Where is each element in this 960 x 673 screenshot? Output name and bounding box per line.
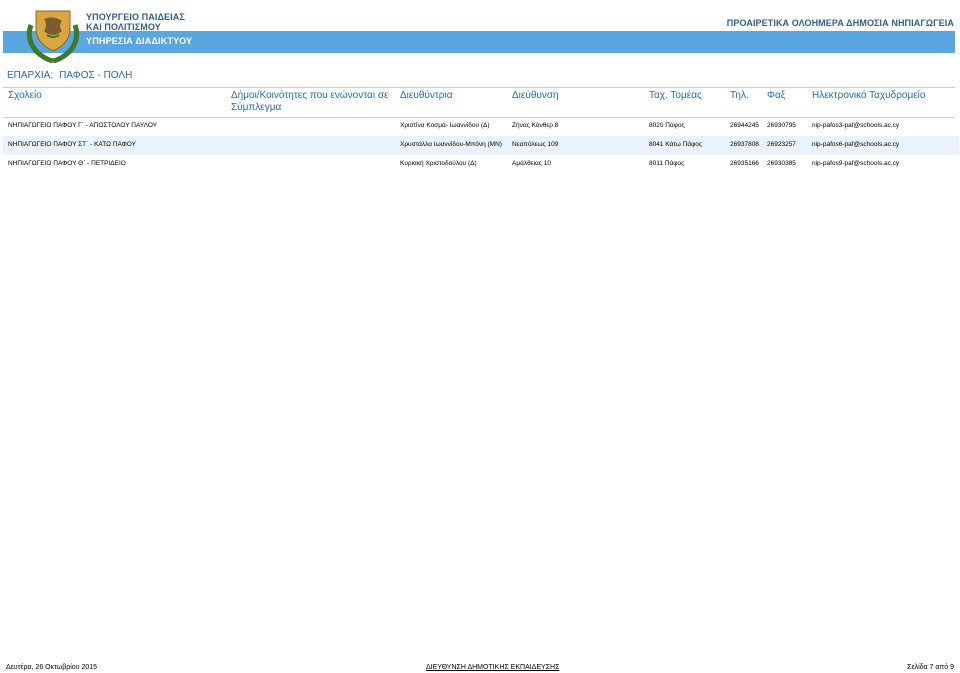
col-communities-header: Δήμοι/Κοινότητες που ενώνονται σε Σύμπλε… (231, 90, 391, 114)
cell-phone: 26935166 (730, 160, 759, 167)
col-address-header: Διεύθυνση (512, 90, 559, 101)
district-label: ΕΠΑΡΧΙΑ: (7, 70, 54, 81)
table-row: ΝΗΠΙΑΓΩΓΕΙΟ ΠΑΦΟΥ ΣΤ΄ - ΚΑΤΩ ΠΑΦΟΥ Χρυστ… (3, 136, 959, 155)
cyprus-coat-of-arms-icon (22, 5, 84, 64)
ministry-name: ΥΠΟΥΡΓΕΙΟ ΠΑΙΔΕΙΑΣ ΚΑΙ ΠΟΛΙΤΙΣΜΟΥ (86, 12, 185, 32)
cell-principal: Κυριακή Χριστοδούλου (Δ) (400, 160, 477, 167)
cell-postal: 8041 Κάτω Πάφος (649, 141, 703, 148)
cell-fax: 26930795 (767, 122, 796, 129)
col-postal-header: Ταχ. Τομέας (649, 90, 702, 101)
cell-postal: 8020 Πάφος (649, 122, 685, 129)
cell-address: Αμάλθειας 10 (512, 160, 551, 167)
cell-school: ΝΗΠΙΑΓΩΓΕΙΟ ΠΑΦΟΥ Γ΄ - ΑΠΟΣΤΟΛΟΥ ΠΑΥΛΟΥ (8, 122, 158, 129)
cell-address: Ζήνας Κάνθερ 8 (512, 122, 559, 129)
cell-fax: 26930385 (767, 160, 796, 167)
program-title: ΠΡΟΑΙΡΕΤΙΚΑ ΟΛΟΗΜΕΡΑ ΔΗΜΟΣΙΑ ΝΗΠΙΑΓΩΓΕΙΑ (726, 18, 954, 28)
cell-postal: 8011 Πάφος (649, 160, 685, 167)
col-communities-header-line2: Σύμπλεγμα (231, 102, 282, 113)
service-name: ΥΠΗΡΕΣΙΑ ΔΙΑΔΙΚΤΥΟΥ (86, 36, 193, 46)
footer-date: Δευτέρα, 26 Οκτωβρίου 2015 (6, 664, 98, 671)
ministry-line-2: ΚΑΙ ΠΟΛΙΤΙΣΜΟΥ (86, 22, 161, 32)
table-row: ΝΗΠΙΑΓΩΓΕΙΟ ΠΑΦΟΥ Θ΄ - ΠΕΤΡΙΔΕΙΟ Κυριακή… (3, 155, 959, 174)
cell-email[interactable]: nip-pafos9-paf@schools.ac.cy (812, 160, 899, 168)
district-line: ΕΠΑΡΧΙΑ: ΠΑΦΟΣ - ΠΟΛΗ (7, 70, 138, 81)
table-header: Σχολείο Δήμοι/Κοινότητες που ενώνονται σ… (3, 87, 955, 118)
col-communities-header-line1: Δήμοι/Κοινότητες που ενώνονται σε (231, 90, 389, 101)
cell-school: ΝΗΠΙΑΓΩΓΕΙΟ ΠΑΦΟΥ Θ΄ - ΠΕΤΡΙΔΕΙΟ (8, 160, 126, 167)
col-phone-header: Τηλ. (730, 90, 749, 101)
cell-principal: Χριστίνα Κοσμά- Ιωαννίδου (Δ) (400, 122, 490, 129)
district-value: ΠΑΦΟΣ - ΠΟΛΗ (59, 70, 133, 81)
col-school-header: Σχολείο (8, 90, 42, 101)
cell-email[interactable]: nip-pafos6-paf@schools.ac.cy (812, 141, 899, 149)
cell-principal: Χρυστάλλα Ιωαννίδου-Μπόνη (ΜΝ) (400, 141, 502, 148)
ministry-line-1: ΥΠΟΥΡΓΕΙΟ ΠΑΙΔΕΙΑΣ (86, 12, 185, 22)
cell-email[interactable]: nip-pafos3-paf@schools.ac.cy (812, 122, 899, 130)
cell-address: Νεαπόλεως 109 (512, 141, 559, 148)
table-row: ΝΗΠΙΑΓΩΓΕΙΟ ΠΑΦΟΥ Γ΄ - ΑΠΟΣΤΟΛΟΥ ΠΑΥΛΟΥ … (3, 117, 959, 136)
footer-department: ΔΙΕΥΘΥΝΣΗ ΔΗΜΟΤΙΚΗΣ ΕΚΠΑΙΔΕΥΣΗΣ (426, 664, 560, 671)
col-principal-header: Διευθύντρια (400, 90, 453, 101)
cell-fax: 26923257 (767, 141, 796, 148)
cell-phone: 26944245 (730, 122, 759, 129)
cell-school: ΝΗΠΙΑΓΩΓΕΙΟ ΠΑΦΟΥ ΣΤ΄ - ΚΑΤΩ ΠΑΦΟΥ (8, 141, 136, 148)
col-email-header: Ηλεκτρονικό Ταχυδρομείο (812, 90, 926, 101)
col-fax-header: Φαξ (767, 90, 786, 101)
cell-phone: 26937808 (730, 141, 759, 148)
footer-page-number: Σελίδα 7 από 9 (907, 664, 954, 671)
